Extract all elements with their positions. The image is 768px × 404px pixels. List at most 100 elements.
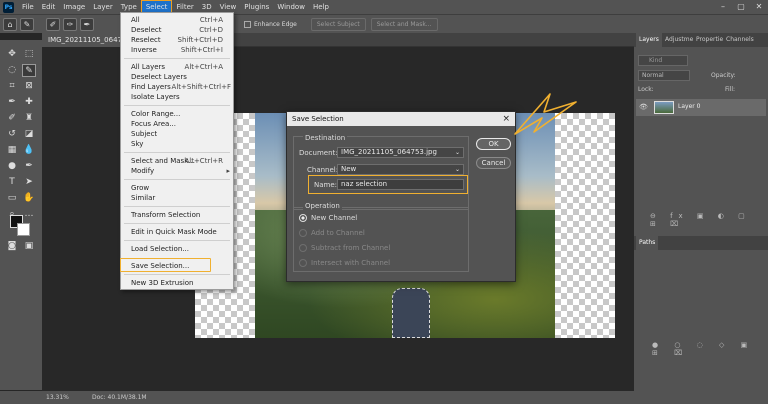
- name-label: Name:: [314, 181, 338, 189]
- menu-help[interactable]: Help: [309, 0, 333, 14]
- select-and-mask-button[interactable]: Select and Mask...: [370, 17, 438, 31]
- menu-item-focus-area[interactable]: Focus Area...: [121, 119, 233, 129]
- menu-item-color-range[interactable]: Color Range...: [121, 109, 233, 119]
- select-subject-button[interactable]: Select Subject: [310, 17, 366, 31]
- fill-label: Fill:: [725, 86, 736, 93]
- menu-item-reselect[interactable]: Reselect Shift+Ctrl+D: [121, 35, 233, 45]
- history-brush-tool-icon[interactable]: ↺: [5, 128, 19, 141]
- menu-item-all[interactable]: All Ctrl+A: [121, 15, 233, 25]
- menu-item-find-layers[interactable]: Find Layers Alt+Shift+Ctrl+F: [121, 82, 233, 92]
- radio-new-channel[interactable]: New Channel: [299, 214, 357, 222]
- pen-tool-icon[interactable]: ✒: [22, 160, 36, 173]
- maximize-icon[interactable]: ▢: [732, 0, 750, 14]
- menu-item-similar[interactable]: Similar: [121, 193, 233, 203]
- minimize-icon[interactable]: –: [714, 0, 732, 14]
- layer-thumbnail: [654, 101, 674, 114]
- menu-item-transform-selection[interactable]: Transform Selection: [121, 210, 233, 220]
- save-selection-highlight: [120, 258, 211, 272]
- brush-new-icon[interactable]: ✐: [46, 17, 60, 31]
- layer-row[interactable]: 👁 Layer 0: [636, 99, 766, 116]
- home-icon[interactable]: ⌂: [3, 17, 17, 31]
- hand-tool-icon[interactable]: ✋: [22, 192, 36, 205]
- layer-name[interactable]: Layer 0: [678, 103, 700, 110]
- radio-intersect-with-channel[interactable]: Intersect with Channel: [299, 259, 390, 267]
- photoshop-logo-icon[interactable]: Ps: [3, 1, 14, 13]
- type-tool-icon[interactable]: T: [5, 176, 19, 189]
- brush-tool-icon[interactable]: ✐: [5, 112, 19, 125]
- name-input[interactable]: naz selection: [337, 179, 464, 190]
- menu-item-deselect[interactable]: Deselect Ctrl+D: [121, 25, 233, 35]
- menu-window[interactable]: Window: [273, 0, 309, 14]
- marquee-tool-icon[interactable]: ⬚: [22, 48, 36, 61]
- menu-item-isolate-layers[interactable]: Isolate Layers: [121, 92, 233, 102]
- eyedropper-tool-icon[interactable]: ✒: [5, 96, 19, 109]
- eye-icon[interactable]: 👁: [639, 103, 648, 111]
- quick-select-tool-icon[interactable]: ✎: [20, 17, 34, 31]
- menu-item-inverse[interactable]: Inverse Shift+Ctrl+I: [121, 45, 233, 55]
- menu-item-all-layers[interactable]: All Layers Alt+Ctrl+A: [121, 62, 233, 72]
- menu-image[interactable]: Image: [59, 0, 89, 14]
- path-selection-tool-icon[interactable]: ➤: [22, 176, 36, 189]
- cancel-button[interactable]: Cancel: [476, 157, 511, 169]
- blend-mode-select[interactable]: Normal: [638, 70, 690, 81]
- radio-icon[interactable]: [299, 259, 307, 267]
- menu-item-load-selection[interactable]: Load Selection...: [121, 244, 233, 254]
- menu-item-grow[interactable]: Grow: [121, 183, 233, 193]
- document-select[interactable]: IMG_20211105_064753.jpg ⌄: [337, 147, 464, 158]
- crop-tool-icon[interactable]: ⌗: [5, 80, 19, 93]
- radio-selected-icon[interactable]: [299, 214, 307, 222]
- layer-actions-bar[interactable]: ⊖ fx ▣ ◐ ▢ ⊞ ⌧: [650, 212, 760, 228]
- radio-icon[interactable]: [299, 229, 307, 237]
- menu-item-subject[interactable]: Subject: [121, 129, 233, 139]
- path-actions-bar[interactable]: ● ○ ◌ ◇ ▣ ⊞ ⌧: [652, 341, 762, 357]
- selected-subject: [392, 288, 430, 338]
- menu-file[interactable]: File: [18, 0, 38, 14]
- close-icon[interactable]: ✕: [750, 0, 768, 14]
- tab-layers[interactable]: Layers: [636, 33, 662, 47]
- layers-tab-bar: Layers Adjustme Propertie Channels: [634, 33, 768, 47]
- menu-plugins[interactable]: Plugins: [240, 0, 273, 14]
- enhance-edge-checkbox[interactable]: [244, 20, 251, 28]
- quick-mask-icon[interactable]: ◙: [5, 240, 19, 253]
- clone-stamp-tool-icon[interactable]: ♜: [22, 112, 36, 125]
- tab-properties[interactable]: Propertie: [693, 33, 726, 47]
- brush-subtract-icon[interactable]: ✒: [80, 17, 94, 31]
- tab-adjustments[interactable]: Adjustme: [662, 33, 696, 47]
- tab-paths[interactable]: Paths: [636, 236, 659, 250]
- window-controls: – ▢ ✕: [714, 0, 768, 14]
- radio-icon[interactable]: [299, 244, 307, 252]
- channel-label: Channel:: [307, 166, 339, 174]
- more-tools-icon[interactable]: …: [22, 208, 36, 221]
- spot-healing-tool-icon[interactable]: ✚: [22, 96, 36, 109]
- menu-item-quick-mask[interactable]: Edit in Quick Mask Mode: [121, 227, 233, 237]
- rectangle-tool-icon[interactable]: ▭: [5, 192, 19, 205]
- channel-select[interactable]: New ⌄: [337, 164, 464, 175]
- ok-button[interactable]: OK: [476, 138, 511, 150]
- status-bar: 13.31% Doc: 40.1M/38.1M: [0, 391, 768, 404]
- move-tool-icon[interactable]: ✥: [5, 48, 19, 61]
- frame-tool-icon[interactable]: ⊠: [22, 80, 36, 93]
- tab-channels[interactable]: Channels: [723, 33, 757, 47]
- menu-item-select-and-mask[interactable]: Select and Mask... Alt+Ctrl+R: [121, 156, 233, 166]
- zoom-level[interactable]: 13.31%: [46, 391, 69, 404]
- gradient-tool-icon[interactable]: ▦: [5, 144, 19, 157]
- quick-selection-tool-icon[interactable]: ✎: [22, 64, 36, 77]
- menu-layer[interactable]: Layer: [89, 0, 117, 14]
- dialog-close-icon[interactable]: ×: [502, 112, 510, 126]
- screen-mode-icon[interactable]: ▣: [22, 240, 36, 253]
- lasso-tool-icon[interactable]: ◌: [5, 64, 19, 77]
- eraser-tool-icon[interactable]: ◪: [22, 128, 36, 141]
- brush-add-icon[interactable]: ✑: [63, 17, 77, 31]
- menu-item-sky[interactable]: Sky: [121, 139, 233, 149]
- layer-filter-input[interactable]: Kind: [638, 55, 688, 66]
- menu-item-deselect-layers[interactable]: Deselect Layers: [121, 72, 233, 82]
- menu-item-modify[interactable]: Modify ▸: [121, 166, 233, 176]
- dodge-tool-icon[interactable]: ●: [5, 160, 19, 173]
- menu-item-new-3d-extrusion[interactable]: New 3D Extrusion: [121, 278, 233, 288]
- menu-edit[interactable]: Edit: [38, 0, 60, 14]
- background-color-swatch[interactable]: [17, 223, 30, 236]
- radio-add-to-channel[interactable]: Add to Channel: [299, 229, 365, 237]
- blur-tool-icon[interactable]: 💧: [22, 144, 36, 157]
- radio-subtract-from-channel[interactable]: Subtract from Channel: [299, 244, 390, 252]
- enhance-edge-option[interactable]: Enhance Edge: [244, 20, 297, 28]
